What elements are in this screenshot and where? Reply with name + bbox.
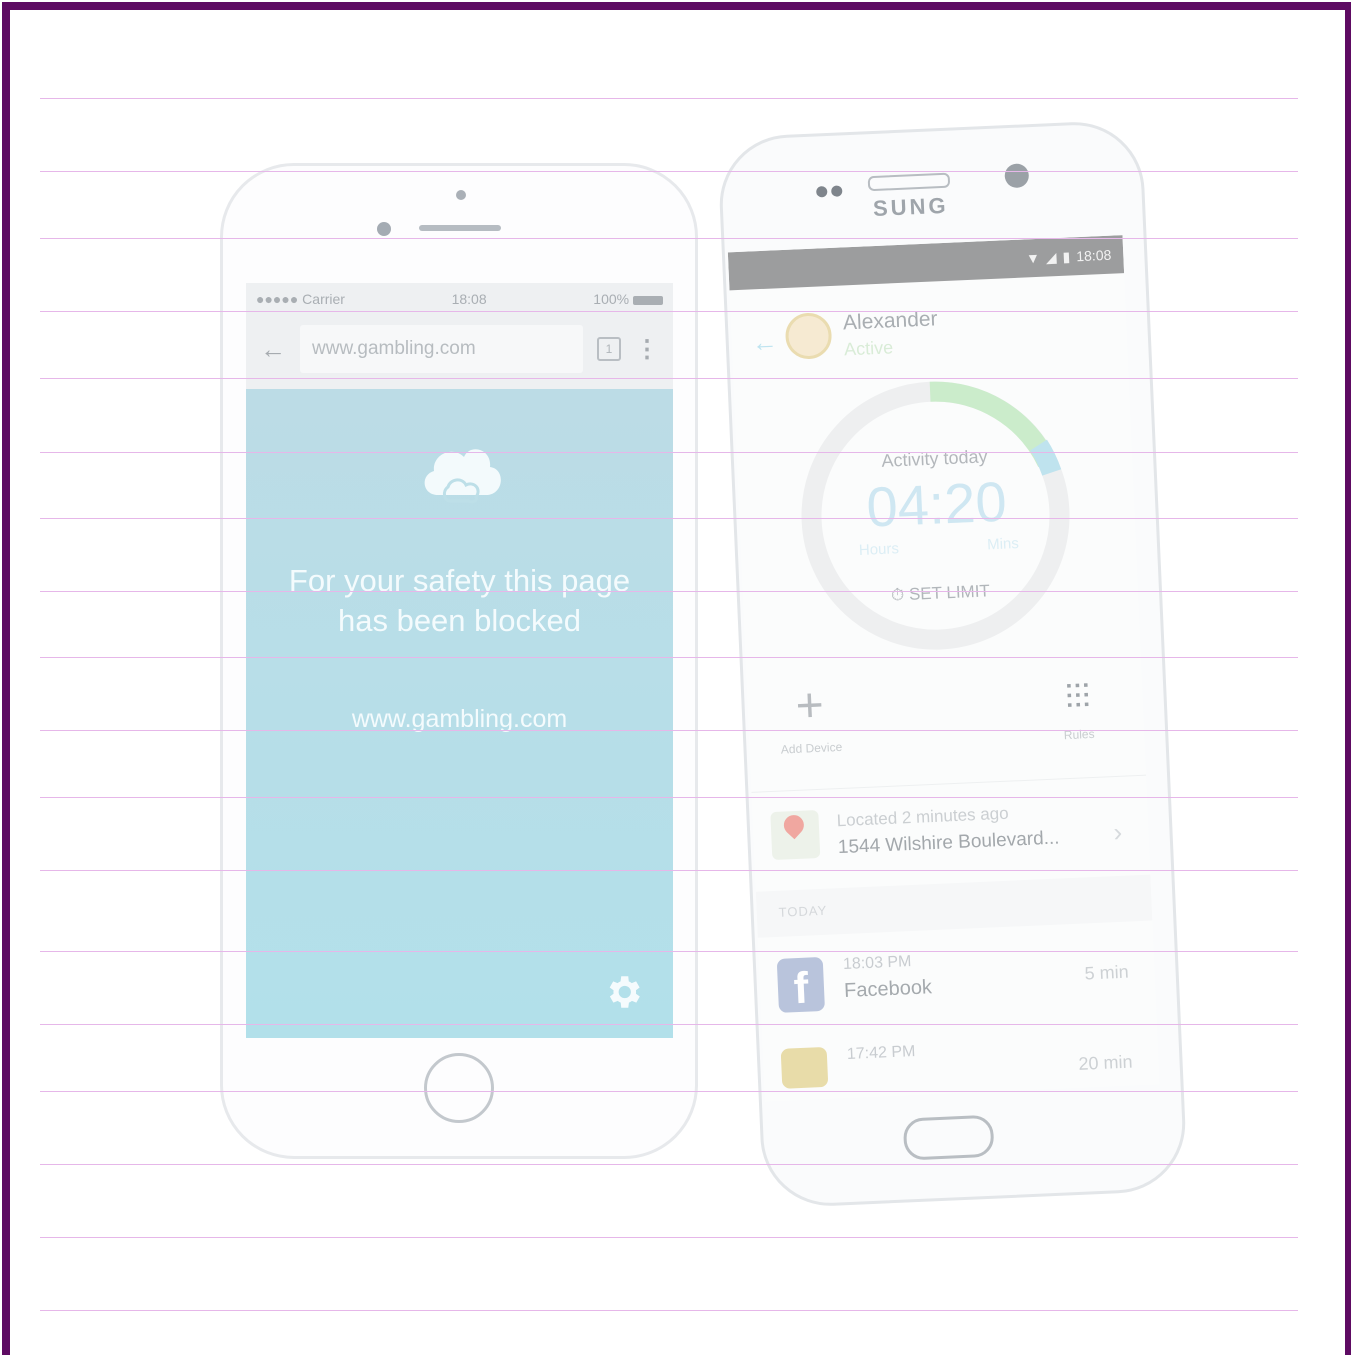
ruled-line bbox=[40, 311, 1298, 312]
tabs-button[interactable]: 1 bbox=[597, 337, 621, 361]
rules-button[interactable]: ⫶⫶⫶ Rules bbox=[1037, 676, 1120, 743]
iphone-screen: ●●●●● Carrier 18:08 100% ← www.gambling.… bbox=[246, 283, 673, 1038]
facebook-icon: f bbox=[776, 956, 826, 1013]
location-timestamp: Located 2 minutes ago bbox=[836, 803, 1009, 831]
ruled-line bbox=[40, 1310, 1298, 1311]
android-status-bar: ▼ ◢ ▮ 18:08 bbox=[727, 235, 1125, 291]
hours-label: Hours bbox=[858, 540, 900, 559]
avatar[interactable] bbox=[784, 311, 833, 360]
carrier-label: ●●●●● Carrier bbox=[256, 291, 345, 307]
samsung-device: SUNG ▼ ◢ ▮ 18:08 ← Alexander Active Acti… bbox=[716, 119, 1189, 1209]
add-device-label: Add Device bbox=[780, 739, 843, 757]
address-bar-url: www.gambling.com bbox=[312, 338, 476, 359]
item-time: 18:03 PM bbox=[842, 953, 912, 974]
ruled-line bbox=[40, 1237, 1298, 1238]
app-icon bbox=[780, 1046, 829, 1089]
ruled-line bbox=[40, 171, 1298, 172]
battery-icon bbox=[632, 295, 663, 305]
list-item[interactable]: f 18:03 PM Facebook 5 min bbox=[758, 935, 1156, 1026]
iphone-device: ●●●●● Carrier 18:08 100% ← www.gambling.… bbox=[220, 163, 698, 1159]
samsung-screen: ▼ ◢ ▮ 18:08 ← Alexander Active Activity … bbox=[727, 235, 1160, 1102]
add-device-button[interactable]: + Add Device bbox=[769, 678, 852, 757]
divider bbox=[751, 774, 1147, 793]
back-arrow-icon[interactable]: ← bbox=[751, 326, 778, 358]
ruled-line bbox=[40, 591, 1298, 592]
iphone-home-button[interactable] bbox=[424, 1053, 494, 1123]
cloud-icon bbox=[424, 449, 501, 504]
iphone-front-camera bbox=[377, 222, 391, 236]
blocked-page: For your safety this page has been block… bbox=[246, 389, 673, 1038]
ruled-line bbox=[40, 730, 1298, 731]
back-arrow-icon[interactable]: ← bbox=[260, 334, 286, 365]
ruled-line bbox=[40, 518, 1298, 519]
ruled-line bbox=[40, 797, 1298, 798]
more-menu-icon[interactable]: ⋮ bbox=[635, 335, 659, 364]
samsung-sensors bbox=[816, 183, 847, 202]
chevron-right-icon: › bbox=[1112, 816, 1123, 848]
item-duration: 5 min bbox=[1084, 961, 1130, 984]
sliders-icon: ⫶⫶⫶ bbox=[1064, 678, 1092, 718]
ruled-line bbox=[40, 951, 1298, 952]
ruled-line bbox=[40, 1024, 1298, 1025]
tab-count: 1 bbox=[605, 342, 613, 356]
ruled-line bbox=[40, 98, 1298, 99]
samsung-home-button[interactable] bbox=[902, 1114, 995, 1161]
profile-status: Active bbox=[843, 337, 894, 360]
status-time: 18:08 bbox=[1075, 246, 1112, 265]
today-label: TODAY bbox=[778, 902, 828, 920]
ruled-line bbox=[40, 452, 1298, 453]
section-header: TODAY bbox=[755, 874, 1153, 938]
wifi-icon: ▼ bbox=[1025, 249, 1041, 267]
item-time: 17:42 PM bbox=[846, 1042, 916, 1063]
iphone-speaker bbox=[419, 225, 501, 231]
ruled-line bbox=[40, 657, 1298, 658]
samsung-speaker bbox=[867, 172, 951, 192]
battery-label: 100% bbox=[593, 291, 663, 307]
timer-icon: ⏱ bbox=[890, 585, 905, 605]
plus-icon: + bbox=[794, 678, 825, 733]
item-duration: 20 min bbox=[1078, 1051, 1133, 1074]
ruled-line bbox=[40, 870, 1298, 871]
set-limit-label: SET LIMIT bbox=[908, 581, 991, 604]
item-app: Facebook bbox=[843, 976, 933, 1003]
iphone-sensor bbox=[456, 190, 466, 200]
location-address: 1544 Wilshire Boulevard... bbox=[837, 827, 1060, 859]
ruled-line bbox=[40, 378, 1298, 379]
battery-icon: ▮ bbox=[1062, 247, 1071, 265]
status-time: 18:08 bbox=[451, 291, 487, 307]
signal-icon: ◢ bbox=[1045, 248, 1057, 266]
location-row[interactable]: Located 2 minutes ago 1544 Wilshire Boul… bbox=[752, 790, 1150, 879]
settings-gear-icon[interactable] bbox=[602, 971, 644, 1013]
address-bar[interactable]: www.gambling.com bbox=[300, 325, 583, 373]
ruled-line bbox=[40, 1091, 1298, 1092]
ruled-line bbox=[40, 1164, 1298, 1165]
rules-label: Rules bbox=[1063, 726, 1095, 743]
profile-header: ← Alexander Active bbox=[730, 285, 1128, 372]
browser-toolbar: ← www.gambling.com 1 ⋮ bbox=[246, 315, 673, 383]
samsung-brand-logo: SUNG bbox=[872, 192, 950, 222]
mins-label: Mins bbox=[986, 535, 1020, 554]
ruled-line bbox=[40, 238, 1298, 239]
samsung-front-camera bbox=[1004, 163, 1030, 189]
blocked-message: For your safety this page has been block… bbox=[288, 563, 631, 638]
